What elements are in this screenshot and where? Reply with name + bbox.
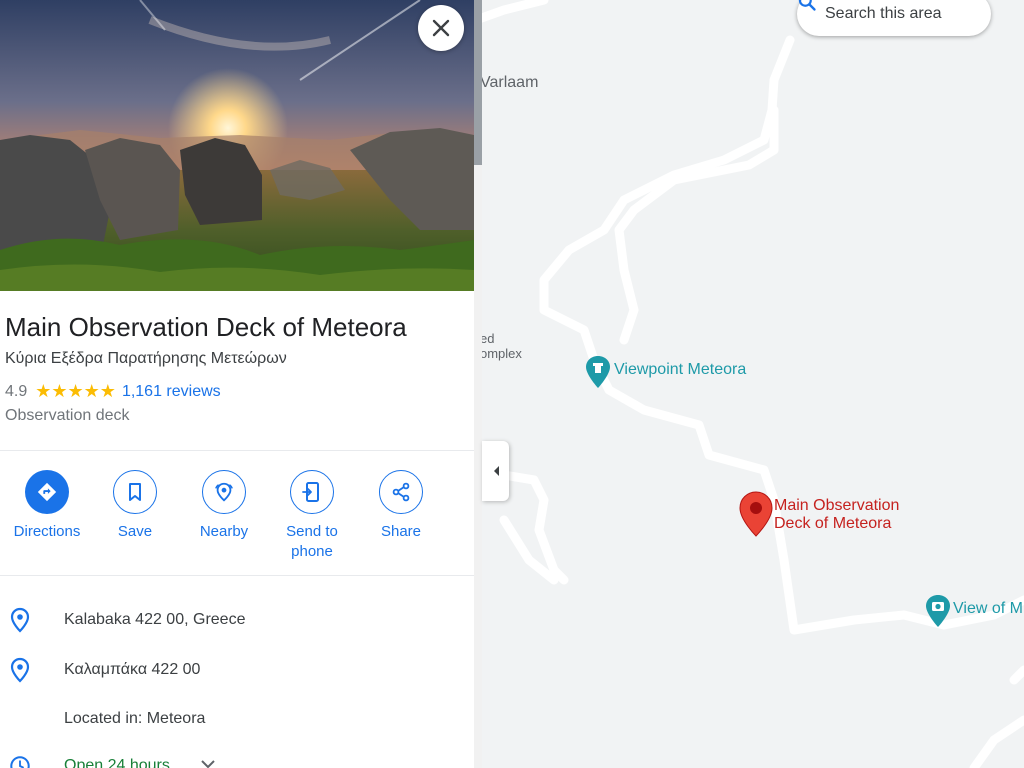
- meteora-photo: [0, 0, 474, 291]
- local-address-row[interactable]: Καλαμπάκα 422 00: [0, 650, 474, 690]
- location-pin-icon: [9, 607, 31, 633]
- close-icon: [432, 19, 450, 37]
- map-label-partial-complex: omplex: [480, 346, 522, 361]
- map-label-main-deck-line1[interactable]: Main Observation: [774, 497, 899, 515]
- place-subtitle: Κύρια Εξέδρα Παρατήρησης Μετεώρων: [5, 350, 287, 367]
- send-to-phone-label-line1: Send to: [286, 523, 338, 540]
- map-label-main-deck-line2[interactable]: Deck of Meteora: [774, 515, 891, 533]
- caret-left-icon: [493, 466, 499, 476]
- located-in-row[interactable]: Located in: Meteora: [0, 699, 474, 739]
- close-button[interactable]: [418, 5, 464, 51]
- save-label: Save: [117, 523, 153, 540]
- save-button[interactable]: Save: [90, 470, 180, 542]
- map-label-partial-ed: ed: [480, 331, 495, 346]
- map-canvas[interactable]: Varlaam ed omplex Viewpoint Meteora Main…: [474, 0, 1024, 768]
- directions-icon: [25, 470, 69, 514]
- red-pin-icon: [739, 491, 773, 537]
- place-category[interactable]: Observation deck: [5, 407, 130, 425]
- directions-label: Directions: [13, 523, 81, 540]
- address-row[interactable]: Kalabaka 422 00, Greece: [0, 600, 474, 640]
- send-to-phone-label: Send to phone: [267, 522, 357, 562]
- directions-button[interactable]: Directions: [2, 470, 92, 542]
- address-text: Kalabaka 422 00, Greece: [64, 611, 246, 628]
- nearby-icon: [202, 470, 246, 514]
- located-in-text: Located in: Meteora: [64, 710, 206, 727]
- send-to-phone-button[interactable]: Send to phone: [267, 470, 357, 562]
- hours-row[interactable]: Open 24 hours: [0, 746, 474, 768]
- search-icon: [798, 0, 816, 11]
- send-to-phone-label-line2: phone: [291, 543, 333, 560]
- rating-row: 4.9 ★★★★★ 1,161 reviews: [5, 381, 221, 402]
- maps-window: Varlaam ed omplex Viewpoint Meteora Main…: [0, 0, 1024, 768]
- send-to-phone-icon: [290, 470, 334, 514]
- divider: [0, 450, 474, 451]
- place-hero-photo[interactable]: [0, 0, 474, 291]
- share-icon: [379, 470, 423, 514]
- action-buttons: Directions Save Nearby Send to phone Sha…: [0, 470, 474, 570]
- map-label-varlaam[interactable]: Varlaam: [480, 74, 538, 92]
- viewpoint-pin-icon: [586, 356, 610, 388]
- rating-value: 4.9: [5, 382, 28, 400]
- hours-text: Open 24 hours: [64, 757, 170, 768]
- place-details-panel: Main Observation Deck of Meteora Κύρια Ε…: [0, 0, 474, 768]
- rating-stars-icon: ★★★★★: [35, 381, 116, 401]
- bookmark-icon: [113, 470, 157, 514]
- share-label: Share: [380, 523, 422, 540]
- map-roads: [474, 0, 1024, 768]
- search-this-area-label: Search this area: [825, 5, 942, 22]
- clock-icon: [9, 753, 31, 768]
- panel-scrollbar[interactable]: [474, 0, 482, 768]
- map-label-viewpoint-meteora[interactable]: Viewpoint Meteora: [614, 361, 746, 379]
- place-title: Main Observation Deck of Meteora: [5, 312, 407, 342]
- scrollbar-thumb[interactable]: [474, 0, 482, 165]
- local-address-text: Καλαμπάκα 422 00: [64, 661, 201, 678]
- collapse-panel-button[interactable]: [482, 441, 509, 501]
- map-label-view-of[interactable]: View of M: [953, 600, 1023, 618]
- location-pin-icon: [9, 657, 31, 683]
- chevron-down-icon[interactable]: [200, 756, 216, 768]
- divider: [0, 575, 474, 576]
- camera-pin-icon: [926, 595, 950, 627]
- search-this-area-button[interactable]: Search this area: [797, 0, 991, 36]
- share-button[interactable]: Share: [356, 470, 446, 542]
- nearby-label: Nearby: [199, 523, 249, 540]
- reviews-link[interactable]: 1,161 reviews: [122, 383, 221, 401]
- nearby-button[interactable]: Nearby: [179, 470, 269, 542]
